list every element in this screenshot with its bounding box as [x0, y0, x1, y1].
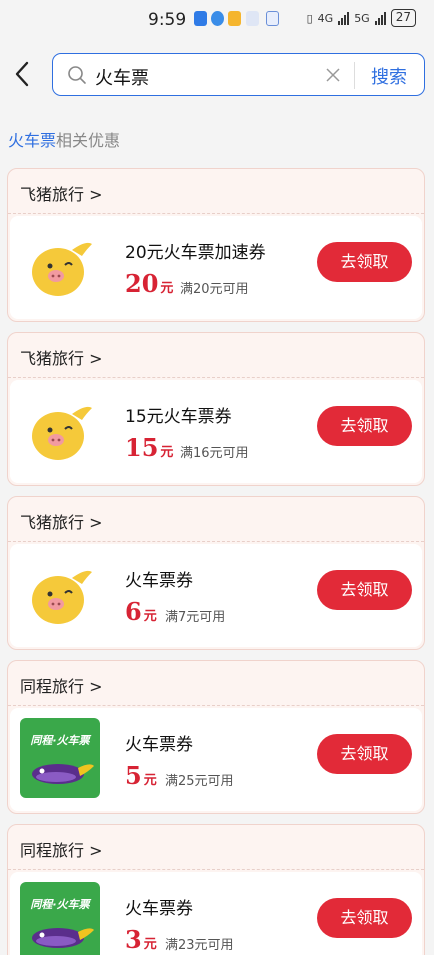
section-title: 火车票相关优惠: [8, 127, 120, 151]
claim-button[interactable]: 去领取: [317, 242, 412, 282]
coupon-amount: 5元: [125, 761, 157, 790]
search-button[interactable]: 搜索: [371, 63, 407, 89]
section-keyword: 火车票: [8, 131, 57, 150]
fliggy-logo: [20, 226, 100, 306]
tongcheng-logo: 同程·火车票: [20, 882, 100, 955]
coupon-amount: 15 元: [125, 433, 174, 462]
status-time: 9:59: [148, 10, 187, 30]
back-button[interactable]: [10, 58, 38, 90]
signal-icon-2: [374, 11, 386, 25]
coupon-title: 火车票券: [125, 899, 193, 919]
svg-text:同程·火车票: 同程·火车票: [30, 734, 91, 747]
coupon-amount: 20 元: [125, 269, 174, 298]
coupon-card: 飞猪旅行 > 20元火车票加速券 20 元 满20元可用 去领取: [7, 168, 425, 322]
svg-text:同程·火车票: 同程·火车票: [30, 898, 91, 911]
search-icon: [68, 66, 86, 84]
battery-icon: 27: [390, 9, 416, 27]
claim-button[interactable]: 去领取: [317, 734, 412, 774]
coupon-condition: 满23元可用: [165, 938, 234, 953]
coupon-card: 同程旅行 > 同程·火车票 火车票券 3元 满23元可用 去领取: [7, 824, 425, 955]
app-notification-icon: [211, 11, 224, 26]
coupon-amount: 3元: [125, 925, 157, 954]
coupon-card: 同程旅行 > 同程·火车票 火车票券 5元 满25元可用 去领取: [7, 660, 425, 814]
coupon-title: 火车票券: [125, 571, 193, 591]
network-label-2: 5G: [354, 11, 370, 25]
tongcheng-logo: 同程·火车票: [20, 718, 100, 798]
search-divider: [354, 62, 355, 89]
fliggy-logo: [20, 554, 100, 634]
claim-button[interactable]: 去领取: [317, 898, 412, 938]
section-suffix: 相关优惠: [56, 131, 121, 150]
coupon-title: 15元火车票券: [125, 407, 232, 427]
search-input[interactable]: 火车票: [95, 64, 149, 90]
coupon-card: 飞猪旅行 > 火车票券 6元 满7元可用 去领取: [7, 496, 425, 650]
coupon-title: 火车票券: [125, 735, 193, 755]
brand-link[interactable]: 飞猪旅行 >: [20, 345, 103, 369]
brand-link[interactable]: 飞猪旅行 >: [20, 509, 103, 533]
coupon-title: 20元火车票加速券: [125, 243, 266, 263]
app-notification-icon: [266, 11, 279, 26]
chevron-left-icon: [15, 61, 29, 87]
coupon-condition: 满16元可用: [180, 446, 249, 461]
fliggy-logo: [20, 390, 100, 470]
brand-link[interactable]: 同程旅行 >: [20, 837, 103, 861]
coupon-card: 飞猪旅行 > 15元火车票券 15 元 满16元可用 去领取: [7, 332, 425, 486]
app-notification-icon: [194, 11, 207, 26]
network-label: 4G: [317, 11, 334, 25]
clear-icon[interactable]: [325, 67, 341, 83]
app-notification-icon: [246, 11, 259, 26]
coupon-condition: 满20元可用: [180, 282, 249, 297]
claim-button[interactable]: 去领取: [317, 406, 412, 446]
vibrate-icon: ▯: [306, 11, 313, 25]
coupon-condition: 满7元可用: [165, 610, 226, 625]
coupon-amount: 6元: [125, 597, 157, 626]
status-bar: 9:59 ▯ 4G 5G 27: [0, 0, 434, 38]
app-notification-icon: [228, 11, 241, 26]
coupon-condition: 满25元可用: [165, 774, 234, 789]
brand-link[interactable]: 同程旅行 >: [20, 673, 103, 697]
search-bar[interactable]: 火车票 搜索: [52, 53, 425, 96]
claim-button[interactable]: 去领取: [317, 570, 412, 610]
signal-icon: [338, 11, 350, 25]
brand-link[interactable]: 飞猪旅行 >: [20, 181, 103, 205]
